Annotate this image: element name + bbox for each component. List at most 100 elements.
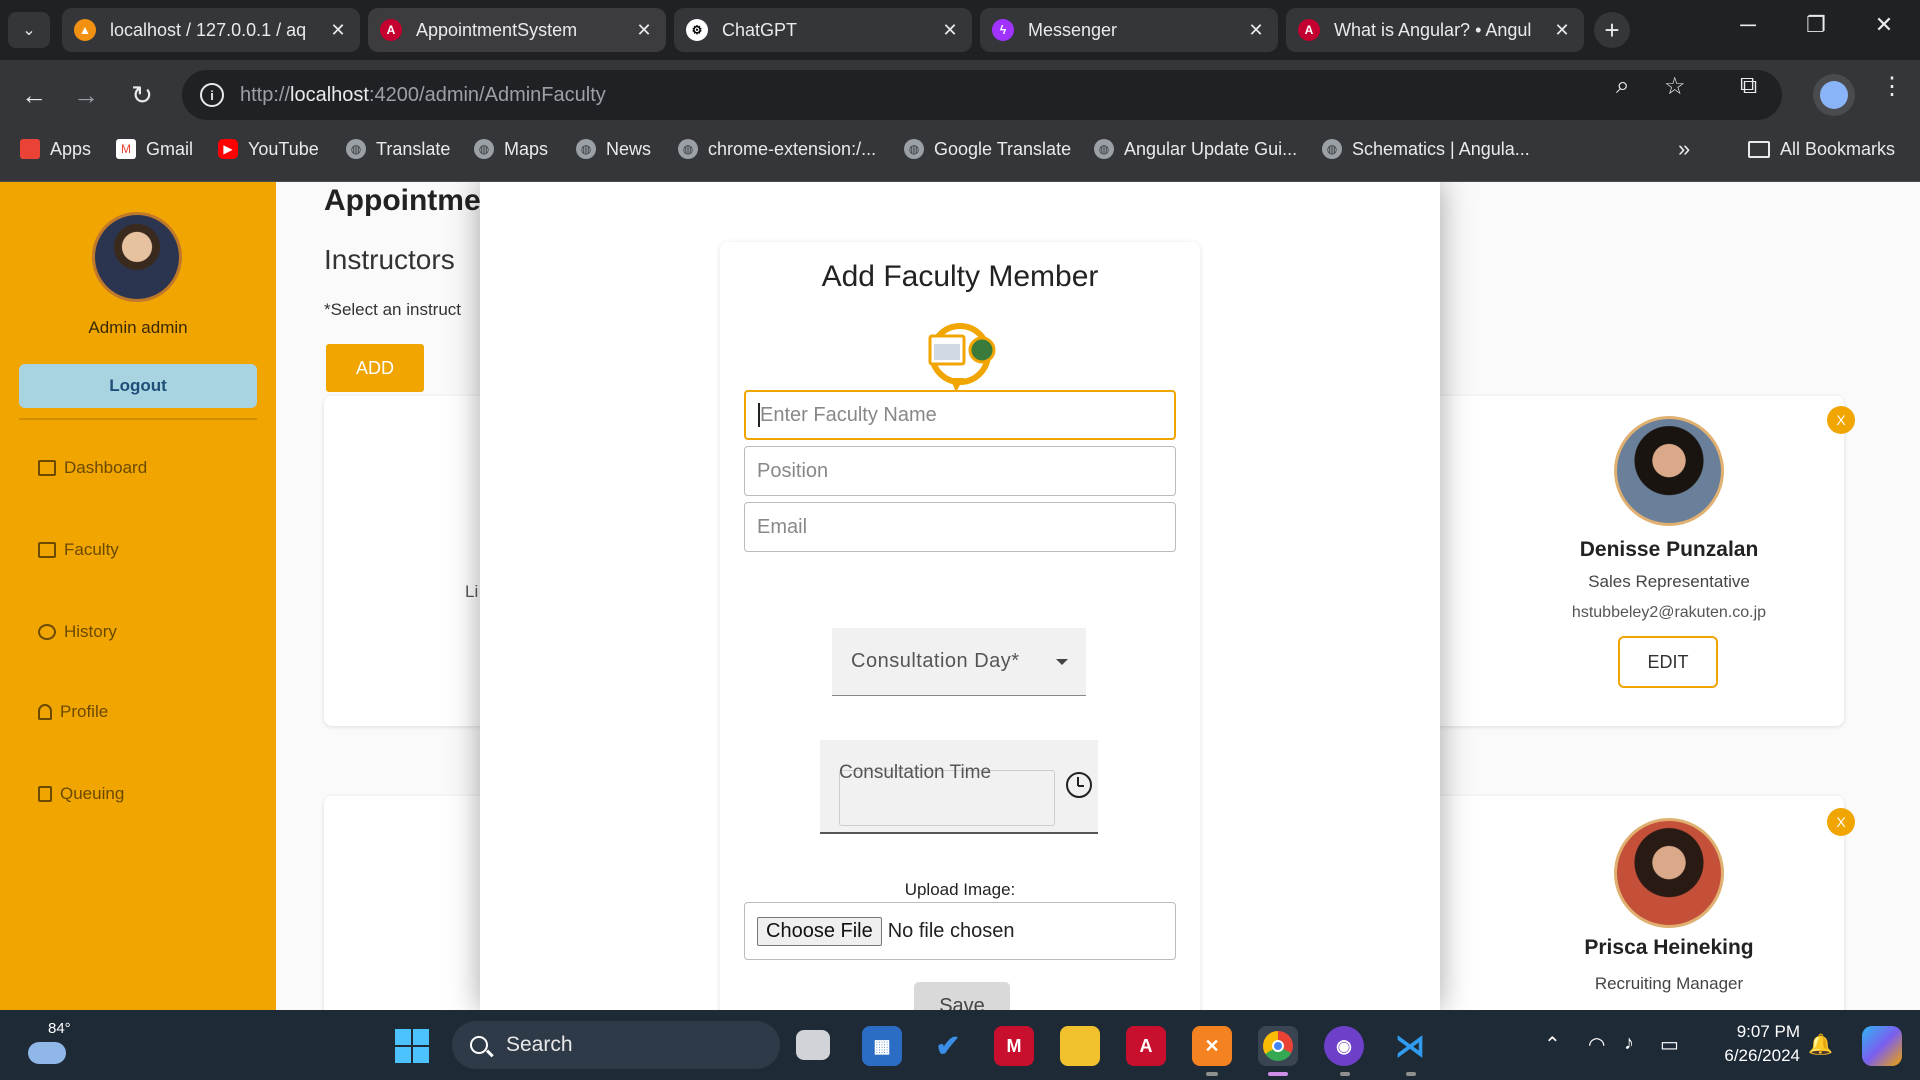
vscode-icon[interactable]: ⋊ bbox=[1390, 1026, 1430, 1066]
temperature: 84° bbox=[48, 1020, 71, 1037]
bookmark-google-translate[interactable]: ◍ Google Translate bbox=[904, 130, 1071, 168]
add-faculty-button[interactable]: ADD bbox=[326, 344, 424, 392]
speaker-icon[interactable]: ♪ bbox=[1624, 1032, 1634, 1055]
faculty-photo bbox=[1614, 416, 1724, 526]
delete-button[interactable]: X bbox=[1827, 406, 1855, 434]
bookmark-label: Schematics | Angula... bbox=[1352, 138, 1530, 159]
tab-title: localhost / 127.0.0.1 / aq bbox=[110, 19, 307, 40]
bookmark-label: Maps bbox=[504, 138, 549, 159]
wifi-icon[interactable]: ◠ bbox=[1588, 1032, 1605, 1057]
all-bookmarks[interactable]: All Bookmarks bbox=[1748, 130, 1895, 168]
profile-avatar[interactable] bbox=[1813, 74, 1855, 116]
email-placeholder: Email bbox=[757, 515, 808, 538]
choose-file-button[interactable]: Choose File bbox=[757, 916, 882, 946]
search-label: Search bbox=[506, 1033, 573, 1056]
new-tab-button[interactable]: + bbox=[1594, 12, 1630, 48]
consultation-day-select[interactable]: Consultation Day* bbox=[832, 628, 1086, 696]
more-bookmarks-icon[interactable]: » bbox=[1678, 130, 1690, 168]
bookmark-youtube[interactable]: ▶ YouTube bbox=[218, 130, 319, 168]
consultation-time-label: Consultation Time bbox=[839, 762, 992, 783]
tab-search-button[interactable]: ⌄ bbox=[8, 12, 50, 48]
save-button[interactable]: Save bbox=[914, 982, 1010, 1010]
back-button[interactable]: ← bbox=[16, 77, 52, 113]
site-info-icon[interactable]: i bbox=[200, 83, 224, 107]
bookmark-label: All Bookmarks bbox=[1780, 138, 1896, 159]
start-button[interactable] bbox=[392, 1026, 432, 1066]
sidebar-item-faculty[interactable]: Faculty bbox=[38, 540, 119, 560]
file-explorer-icon[interactable] bbox=[1060, 1026, 1100, 1066]
admin-avatar bbox=[92, 212, 182, 302]
bookmark-angular-update[interactable]: ◍ Angular Update Gui... bbox=[1094, 130, 1297, 168]
messenger-icon: ϟ bbox=[992, 19, 1014, 41]
sidebar-item-profile[interactable]: Profile bbox=[38, 702, 108, 722]
clock-icon[interactable] bbox=[1066, 772, 1092, 798]
email-input[interactable]: Email bbox=[744, 502, 1176, 552]
reload-button[interactable]: ↻ bbox=[124, 77, 160, 113]
sidebar-item-dashboard[interactable]: Dashboard bbox=[38, 458, 147, 478]
globe-icon: ◍ bbox=[1322, 139, 1342, 159]
bell-icon[interactable]: 🔔 bbox=[1808, 1032, 1833, 1057]
menu-dots-icon[interactable]: ⋮ bbox=[1880, 72, 1904, 101]
close-icon[interactable]: ✕ bbox=[1552, 20, 1572, 41]
calendar-icon bbox=[38, 786, 52, 802]
chrome-taskbar-icon[interactable] bbox=[1258, 1026, 1298, 1066]
faculty-name: Denisse Punzalan bbox=[1579, 538, 1759, 561]
position-input[interactable]: Position bbox=[744, 446, 1176, 496]
faculty-name-input[interactable]: Enter Faculty Name bbox=[744, 390, 1176, 440]
tab-chatgpt[interactable]: ⚙ ChatGPT ✕ bbox=[674, 8, 972, 52]
sidebar-item-history[interactable]: History bbox=[38, 622, 117, 642]
github-desktop-icon[interactable]: ◉ bbox=[1324, 1026, 1364, 1066]
bookmark-schematics[interactable]: ◍ Schematics | Angula... bbox=[1322, 130, 1530, 168]
taskbar-search[interactable]: Search bbox=[452, 1021, 780, 1069]
microsoft-store-icon[interactable]: ▦ bbox=[862, 1026, 902, 1066]
bookmark-news[interactable]: ◍ News bbox=[576, 130, 651, 168]
acrobat-icon[interactable]: A bbox=[1126, 1026, 1166, 1066]
close-icon[interactable]: ✕ bbox=[940, 20, 960, 41]
windows-taskbar: 84° Search ▦ ✔ M A ✕ ◉ ⋊ ⌃ ◠ ♪ ▭ 9:07 PM… bbox=[0, 1010, 1920, 1080]
copilot-icon[interactable] bbox=[1862, 1026, 1902, 1066]
running-indicator bbox=[1406, 1072, 1416, 1076]
task-view-icon[interactable] bbox=[796, 1030, 830, 1060]
tab-phpmyadmin[interactable]: ▲ localhost / 127.0.0.1 / aq ✕ bbox=[62, 8, 360, 52]
close-icon[interactable]: ✕ bbox=[634, 20, 654, 41]
bookmark-chrome-extension[interactable]: ◍ chrome-extension:/... bbox=[678, 130, 876, 168]
logout-button[interactable]: Logout bbox=[19, 364, 257, 408]
close-icon[interactable]: ✕ bbox=[1246, 20, 1266, 41]
tab-title: Messenger bbox=[1028, 19, 1118, 40]
consultation-time-field[interactable]: Consultation Time bbox=[820, 740, 1098, 834]
faculty-name-placeholder: Enter Faculty Name bbox=[760, 403, 937, 426]
globe-icon: ◍ bbox=[904, 139, 924, 159]
cloud-icon bbox=[28, 1042, 66, 1064]
mcafee-icon[interactable]: M bbox=[994, 1026, 1034, 1066]
restore-button[interactable]: ❐ bbox=[1796, 12, 1836, 38]
bookmark-gmail[interactable]: M Gmail bbox=[116, 130, 193, 168]
bookmark-label: Gmail bbox=[146, 138, 194, 159]
forward-button[interactable]: → bbox=[68, 77, 104, 113]
appointment-logo-icon bbox=[928, 323, 996, 392]
taskbar-clock[interactable]: 9:07 PM 6/26/2024 bbox=[1700, 1020, 1800, 1068]
xampp-icon[interactable]: ✕ bbox=[1192, 1026, 1232, 1066]
select-note: *Select an instruct bbox=[324, 300, 462, 319]
bookmark-apps[interactable]: Apps bbox=[20, 130, 91, 168]
chevron-up-icon[interactable]: ⌃ bbox=[1544, 1032, 1561, 1057]
user-icon bbox=[38, 704, 52, 720]
todo-icon[interactable]: ✔ bbox=[928, 1026, 968, 1066]
tab-title: What is Angular? • Angul bbox=[1334, 19, 1532, 40]
address-bar[interactable]: i http://localhost:4200/admin/AdminFacul… bbox=[182, 70, 1782, 120]
tab-appointment-system[interactable]: A AppointmentSystem ✕ bbox=[368, 8, 666, 52]
star-icon[interactable]: ☆ bbox=[1664, 72, 1686, 101]
extensions-icon[interactable]: ⧉ bbox=[1740, 72, 1757, 100]
sidebar-item-queuing[interactable]: Queuing bbox=[38, 784, 124, 804]
tab-what-is-angular[interactable]: A What is Angular? • Angul ✕ bbox=[1286, 8, 1584, 52]
bookmark-maps[interactable]: ◍ Maps bbox=[474, 130, 548, 168]
minimize-button[interactable]: ─ bbox=[1728, 12, 1768, 38]
delete-button[interactable]: X bbox=[1827, 808, 1855, 836]
bookmark-translate[interactable]: ◍ Translate bbox=[346, 130, 450, 168]
close-window-button[interactable]: ✕ bbox=[1864, 12, 1904, 38]
running-indicator bbox=[1340, 1072, 1350, 1076]
close-icon[interactable]: ✕ bbox=[328, 20, 348, 41]
edit-button[interactable]: EDIT bbox=[1618, 636, 1718, 688]
zoom-icon[interactable]: ⌕ bbox=[1616, 72, 1629, 100]
tab-messenger[interactable]: ϟ Messenger ✕ bbox=[980, 8, 1278, 52]
battery-icon[interactable]: ▭ bbox=[1660, 1032, 1679, 1057]
